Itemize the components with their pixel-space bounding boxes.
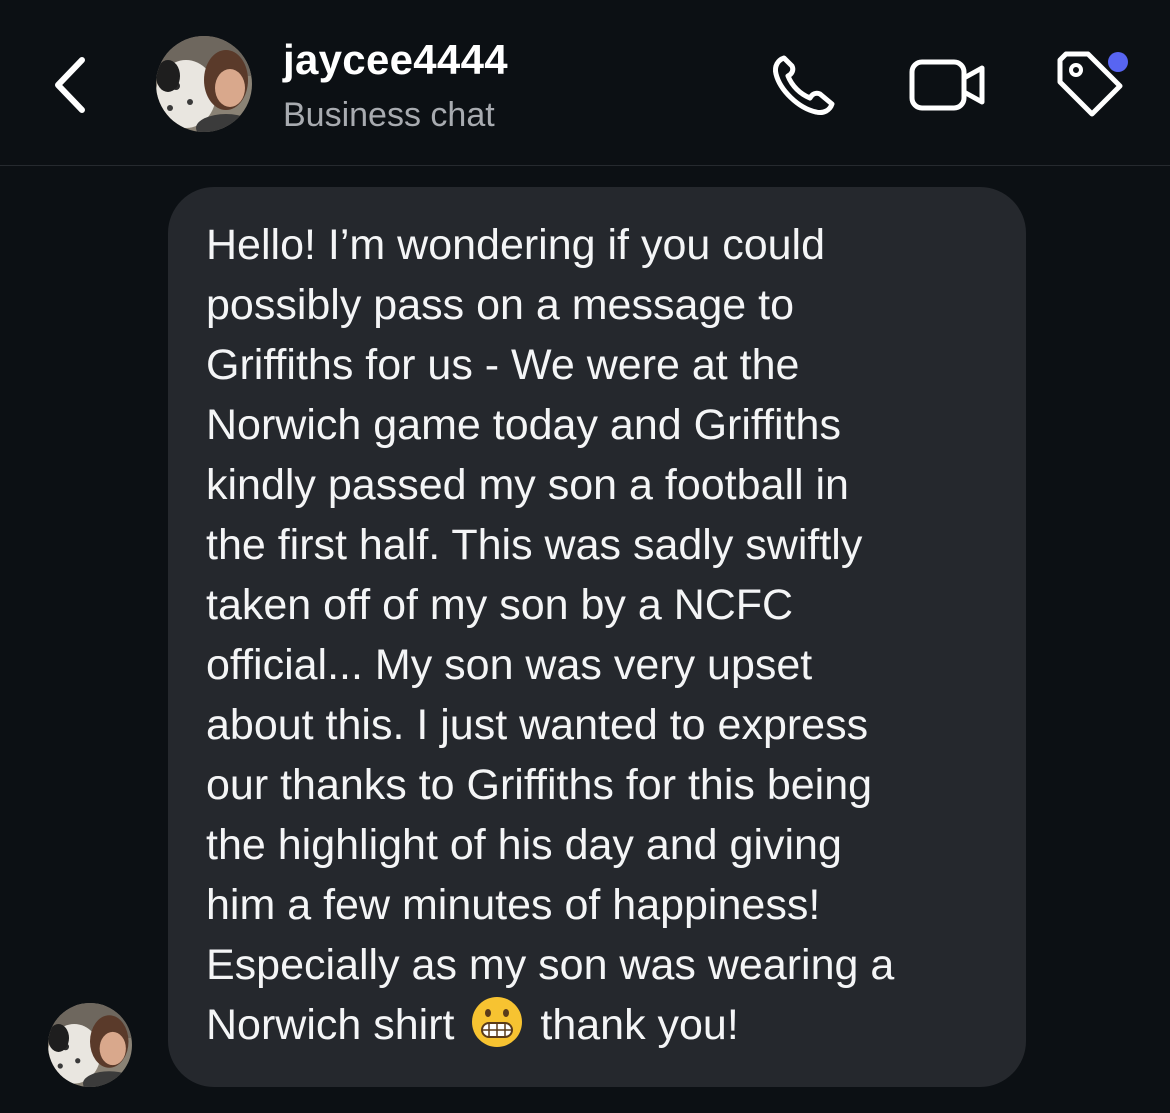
notification-dot [1108, 52, 1128, 72]
tag-icon [1057, 51, 1128, 117]
chat-username[interactable]: jaycee4444 [283, 36, 508, 84]
chat-subtitle: Business chat [283, 96, 495, 134]
call-button[interactable] [770, 52, 840, 118]
phone-icon [773, 55, 835, 115]
message-text-main: Hello! I’m wondering if you could possib… [206, 221, 895, 1049]
sender-avatar[interactable] [48, 1003, 132, 1087]
video-call-button[interactable] [908, 56, 988, 114]
message-text: Hello! I’m wondering if you could possib… [206, 215, 1006, 1055]
message-bubble[interactable]: Hello! I’m wondering if you could possib… [168, 187, 1026, 1087]
grimacing-face-icon [470, 995, 524, 1049]
video-camera-icon [909, 59, 985, 111]
label-button[interactable] [1052, 44, 1132, 124]
chat-header: jaycee4444 Business chat [0, 0, 1170, 166]
back-button[interactable] [44, 50, 100, 120]
avatar[interactable] [156, 36, 252, 132]
message-text-end: thank you! [528, 1001, 739, 1049]
chevron-left-icon [55, 57, 85, 113]
